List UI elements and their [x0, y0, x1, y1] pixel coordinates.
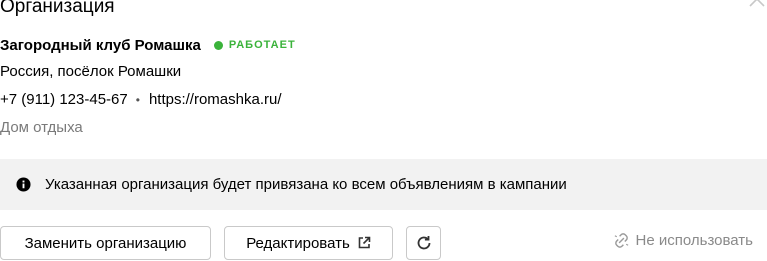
refresh-button[interactable]	[406, 226, 441, 260]
organization-address: Россия, посёлок Ромашки	[0, 63, 182, 80]
organization-phone: +7 (911) 123-45-67	[0, 91, 128, 108]
status-dot-icon	[213, 40, 223, 50]
edit-organization-label: Редактировать	[246, 234, 350, 252]
replace-organization-label: Заменить организацию	[24, 234, 187, 252]
status-badge: РАБОТАЕТ	[213, 39, 296, 51]
edit-organization-button[interactable]: Редактировать	[224, 226, 393, 260]
info-banner: Указанная организация будет привязана ко…	[0, 159, 767, 210]
section-title: Организация	[0, 0, 115, 17]
organization-contacts: +7 (911) 123-45-67 • https://romashka.ru…	[0, 91, 282, 108]
replace-organization-button[interactable]: Заменить организацию	[0, 226, 211, 260]
refresh-icon	[417, 236, 430, 250]
contact-separator: •	[135, 92, 140, 107]
info-text: Указанная организация будет привязана ко…	[45, 176, 567, 193]
organization-website[interactable]: https://romashka.ru/	[149, 91, 282, 108]
external-link-icon	[358, 236, 371, 249]
unlink-icon	[614, 233, 628, 248]
organization-section: Организация Загородный клуб Ромашка РАБО…	[0, 0, 767, 261]
do-not-use-label: Не использовать	[635, 232, 753, 249]
chevron-up-icon[interactable]	[749, 0, 765, 10]
info-icon	[16, 177, 31, 192]
organization-category: Дом отдыха	[0, 119, 83, 136]
status-text: РАБОТАЕТ	[228, 39, 296, 51]
organization-header: Загородный клуб Ромашка РАБОТАЕТ	[0, 36, 296, 54]
organization-name: Загородный клуб Ромашка	[0, 36, 201, 54]
do-not-use-link[interactable]: Не использовать	[613, 232, 753, 249]
